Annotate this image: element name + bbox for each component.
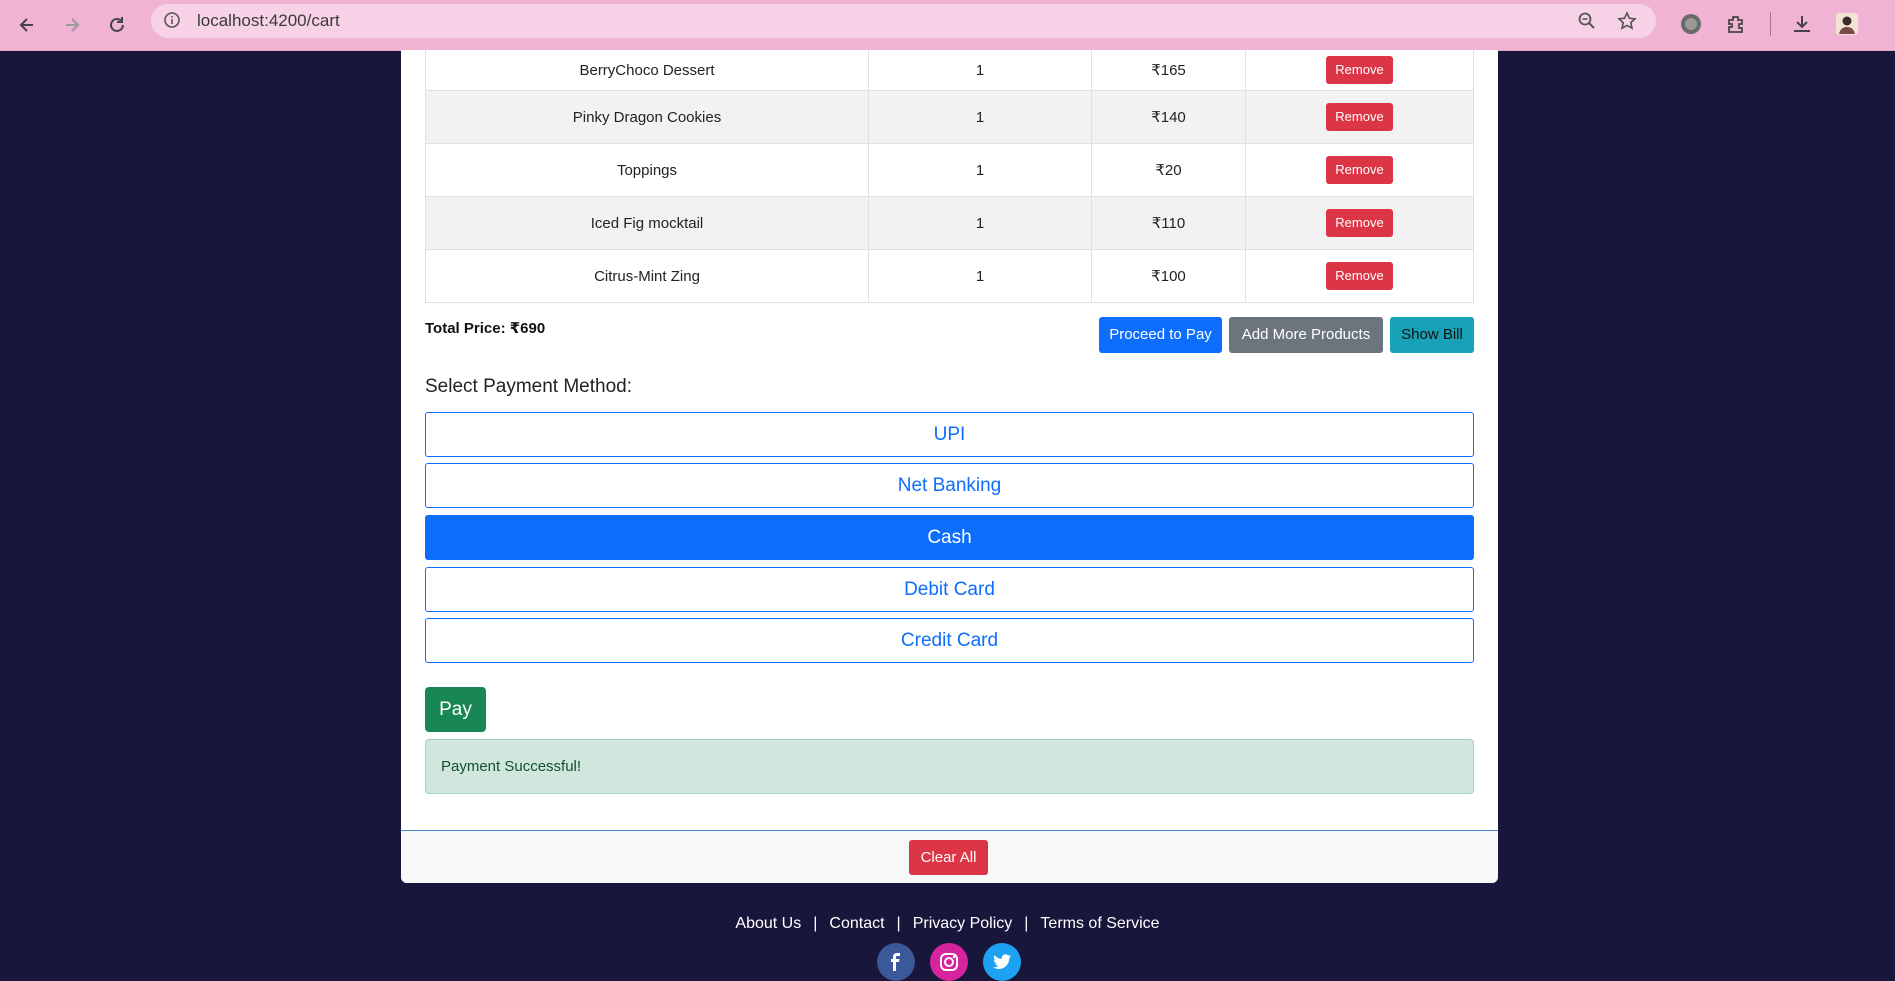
item-name: Toppings xyxy=(616,161,678,179)
address-bar[interactable]: localhost:4200/cart xyxy=(151,4,1656,38)
instagram-icon[interactable] xyxy=(930,943,968,981)
footer-separator: | xyxy=(813,915,818,932)
item-price: ₹100 xyxy=(1151,268,1186,285)
browser-toolbar: localhost:4200/cart xyxy=(0,0,1895,51)
payment-option-credit-card[interactable]: Credit Card xyxy=(425,618,1474,663)
payment-option-net-banking[interactable]: Net Banking xyxy=(425,463,1474,508)
remove-button[interactable]: Remove xyxy=(1326,209,1393,237)
footer-link-terms-of-service[interactable]: Terms of Service xyxy=(1040,915,1159,932)
card-footer: Clear All xyxy=(401,830,1498,883)
footer-link-privacy-policy[interactable]: Privacy Policy xyxy=(913,915,1013,932)
payment-option-upi[interactable]: UPI xyxy=(425,412,1474,457)
total-price: Total Price: ₹690 xyxy=(425,320,546,337)
cart-table: BerryChoco Dessert 1 ₹165 Remove Pinky D… xyxy=(425,50,1474,303)
table-row: BerryChoco Dessert 1 ₹165 Remove xyxy=(425,50,1474,91)
remove-button[interactable]: Remove xyxy=(1326,103,1393,131)
url-text[interactable]: localhost:4200/cart xyxy=(197,11,340,31)
remove-button[interactable]: Remove xyxy=(1326,262,1393,290)
table-row: Iced Fig mocktail 1 ₹110 Remove xyxy=(425,196,1474,250)
user-avatar-icon[interactable] xyxy=(1832,9,1862,39)
extensions-icon[interactable] xyxy=(1721,9,1751,39)
item-quantity: 1 xyxy=(975,267,985,285)
pay-button[interactable]: Pay xyxy=(425,687,486,732)
remove-button[interactable]: Remove xyxy=(1326,156,1393,184)
show-bill-button[interactable]: Show Bill xyxy=(1390,317,1474,353)
back-icon[interactable] xyxy=(11,9,43,41)
clear-all-button[interactable]: Clear All xyxy=(909,840,988,875)
item-price: ₹165 xyxy=(1151,62,1186,79)
footer-separator: | xyxy=(896,915,901,932)
item-name: BerryChoco Dessert xyxy=(579,61,715,79)
footer-links: About Us | Contact | Privacy Policy | Terms of… xyxy=(0,915,1895,933)
download-icon[interactable] xyxy=(1787,9,1817,39)
add-more-products-button[interactable]: Add More Products xyxy=(1229,317,1383,353)
item-price: ₹140 xyxy=(1151,109,1186,126)
payment-method-title: Select Payment Method: xyxy=(425,376,632,397)
footer-link-contact[interactable]: Contact xyxy=(829,915,884,932)
footer-link-about-us[interactable]: About Us xyxy=(735,915,801,932)
item-name: Iced Fig mocktail xyxy=(590,214,704,232)
remove-button[interactable]: Remove xyxy=(1326,56,1393,84)
payment-option-cash[interactable]: Cash xyxy=(425,515,1474,560)
table-row: Citrus-Mint Zing 1 ₹100 Remove xyxy=(425,249,1474,303)
footer-separator: | xyxy=(1024,915,1029,932)
forward-icon[interactable] xyxy=(56,9,88,41)
profile-circle-icon[interactable] xyxy=(1676,9,1706,39)
payment-success-alert: Payment Successful! xyxy=(425,739,1474,794)
facebook-icon[interactable] xyxy=(877,943,915,981)
bookmark-star-icon[interactable] xyxy=(1615,9,1639,33)
twitter-icon[interactable] xyxy=(983,943,1021,981)
item-name: Citrus-Mint Zing xyxy=(594,267,700,285)
zoom-icon[interactable] xyxy=(1575,9,1599,33)
table-row: Toppings 1 ₹20 Remove xyxy=(425,143,1474,197)
site-info-icon[interactable] xyxy=(161,9,183,31)
cart-card: BerryChoco Dessert 1 ₹165 Remove Pinky D… xyxy=(401,50,1498,883)
item-name: Pinky Dragon Cookies xyxy=(572,108,722,126)
reload-icon[interactable] xyxy=(101,9,133,41)
payment-status-text: Payment Successful! xyxy=(441,758,582,775)
item-quantity: 1 xyxy=(975,61,985,79)
proceed-to-pay-button[interactable]: Proceed to Pay xyxy=(1099,317,1222,353)
item-price: ₹110 xyxy=(1151,215,1186,232)
item-price: ₹20 xyxy=(1155,162,1182,179)
toolbar-divider xyxy=(1770,12,1771,36)
item-quantity: 1 xyxy=(975,108,985,126)
item-quantity: 1 xyxy=(975,214,985,232)
table-row: Pinky Dragon Cookies 1 ₹140 Remove xyxy=(425,90,1474,144)
payment-option-debit-card[interactable]: Debit Card xyxy=(425,567,1474,612)
item-quantity: 1 xyxy=(975,161,985,179)
